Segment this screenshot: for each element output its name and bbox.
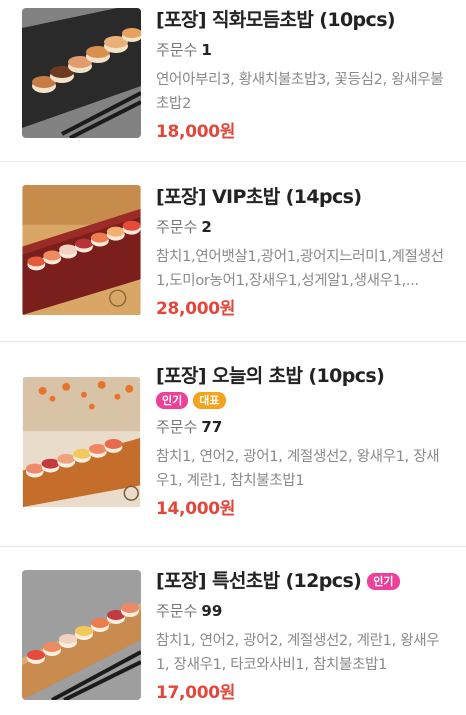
sushi-photo-vip[interactable] xyxy=(22,185,141,316)
order-count-label: 주문수 xyxy=(156,602,198,620)
menu-price: 18,000원 xyxy=(156,122,236,142)
order-count-label: 주문수 xyxy=(156,41,198,59)
popular-badge: 인기 xyxy=(367,572,400,590)
menu-item[interactable]: [포장] VIP초밥 (14pcs) 주문수 2 참치1,연어뱃살1,광어1,광어… xyxy=(0,162,466,342)
order-count-value: 1 xyxy=(201,41,212,59)
menu-title[interactable]: [포장] 특선초밥 (12pcs) xyxy=(156,569,362,593)
menu-description: 연어아부리3, 황새치불초밥3, 꽃등심2, 왕새우불초밥2 xyxy=(156,72,444,112)
order-count-row: 주문수 1 xyxy=(156,40,448,60)
order-count-label: 주문수 xyxy=(156,218,198,236)
menu-info: [포장] VIP초밥 (14pcs) 주문수 2 참치1,연어뱃살1,광어1,광어… xyxy=(156,185,448,321)
menu-title[interactable]: [포장] 직화모듬초밥 (10pcs) xyxy=(156,8,396,32)
menu-info: [포장] 직화모듬초밥 (10pcs) 주문수 1 연어아부리3, 황새치불초밥3… xyxy=(156,8,448,144)
signature-badge: 대표 xyxy=(193,392,226,409)
badge-group: 인기 대표 xyxy=(156,392,448,409)
menu-price: 28,000원 xyxy=(156,299,236,319)
order-count-value: 99 xyxy=(201,602,223,620)
menu-price: 17,000원 xyxy=(156,683,236,703)
order-count-row: 주문수 2 xyxy=(156,217,448,237)
order-count-value: 77 xyxy=(201,418,223,436)
menu-info: [포장] 특선초밥 (12pcs) 인기 주문수 99 참치1, 연어2, 광어2… xyxy=(156,569,448,705)
order-count-value: 2 xyxy=(201,218,212,236)
menu-item[interactable]: [포장] 특선초밥 (12pcs) 인기 주문수 99 참치1, 연어2, 광어2… xyxy=(0,547,466,715)
menu-item[interactable]: [포장] 오늘의 초밥 (10pcs) 인기 대표 주문수 77 참치1, 연어2… xyxy=(0,342,466,547)
order-count-row: 주문수 77 xyxy=(156,417,448,437)
menu-description: 참치1, 연어2, 광어1, 계절생선2, 왕새우1, 장새우1, 계란1, 참… xyxy=(156,449,440,489)
menu-list: [포장] 직화모듬초밥 (10pcs) 주문수 1 연어아부리3, 황새치불초밥3… xyxy=(0,0,466,715)
menu-info: [포장] 오늘의 초밥 (10pcs) 인기 대표 주문수 77 참치1, 연어2… xyxy=(156,364,448,521)
menu-item[interactable]: [포장] 직화모듬초밥 (10pcs) 주문수 1 연어아부리3, 황새치불초밥3… xyxy=(0,0,466,162)
sushi-photo-today[interactable] xyxy=(22,377,141,509)
menu-description: 참치1,연어뱃살1,광어1,광어지느러미1,계절생선1,도미or농어1,장새우1… xyxy=(156,249,444,289)
menu-title[interactable]: [포장] 오늘의 초밥 (10pcs) xyxy=(156,364,385,388)
sushi-photo-direct-fire[interactable] xyxy=(22,8,141,138)
menu-description: 참치1, 연어2, 광어2, 계절생선2, 계란1, 왕새우1, 장새우1, 타… xyxy=(156,633,440,673)
menu-price: 14,000원 xyxy=(156,499,236,519)
menu-title[interactable]: [포장] VIP초밥 (14pcs) xyxy=(156,185,362,209)
order-count-row: 주문수 99 xyxy=(156,601,448,621)
order-count-label: 주문수 xyxy=(156,418,198,436)
popular-badge: 인기 xyxy=(156,392,189,409)
sushi-photo-special[interactable] xyxy=(22,570,141,700)
